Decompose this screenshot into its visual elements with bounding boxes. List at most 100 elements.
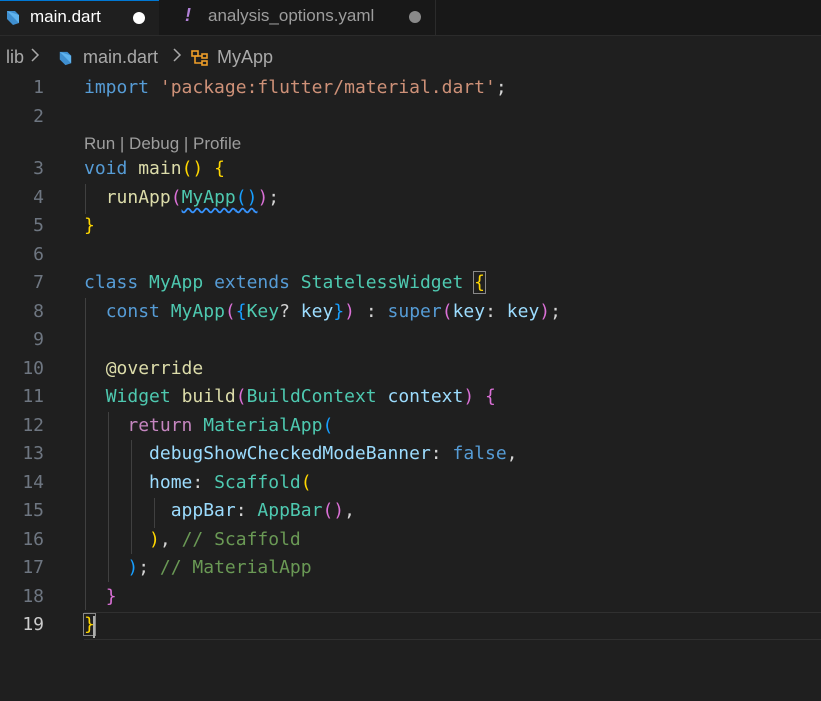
line-number: 17	[22, 557, 44, 578]
line-number: 14	[22, 472, 44, 493]
line-number: 18	[22, 586, 44, 607]
line-number: 12	[22, 415, 44, 436]
token: MyApp	[149, 272, 204, 293]
tab-label: analysis_options.yaml	[208, 6, 375, 25]
code-line-15: appBar: AppBar(),	[84, 500, 355, 521]
token: void	[84, 158, 128, 179]
codelens-run-debug-profile[interactable]: Run | Debug | Profile	[84, 134, 241, 154]
unsaved-dot-icon[interactable]	[133, 12, 145, 24]
token-with-lint-squiggle[interactable]: MyApp	[182, 187, 236, 208]
code-line-12: return MaterialApp(	[84, 415, 333, 436]
token: super	[387, 301, 442, 322]
token: key	[452, 301, 486, 322]
line-number: 10	[22, 358, 44, 379]
token: MyApp	[170, 301, 225, 322]
token: appBar	[170, 500, 236, 521]
token: :	[430, 443, 442, 464]
token: :	[365, 301, 377, 322]
token-with-lint-squiggle[interactable]: ()	[236, 187, 258, 208]
line-number-current: 19	[22, 614, 44, 635]
token: context	[387, 386, 464, 407]
line-number: 16	[22, 529, 44, 550]
token: {	[214, 158, 225, 179]
code-line-7: class MyApp extends StatelessWidget {	[84, 271, 487, 294]
token: import	[84, 77, 150, 98]
token: extends	[214, 272, 290, 293]
token: (	[170, 187, 182, 208]
closing-label-comment: // MaterialApp	[159, 557, 312, 578]
line-number: 9	[33, 329, 44, 350]
code-editor[interactable]: 1 2 3 4 5 6 7 8 9 10 11 12 13 14 15 16 1…	[0, 72, 821, 701]
token: runApp	[105, 187, 171, 208]
token: ()	[322, 500, 345, 521]
token: )	[149, 529, 160, 550]
code-line-3: void main() {	[84, 158, 225, 179]
code-line-10: @override	[84, 358, 204, 379]
chevron-right-icon	[31, 48, 40, 62]
code-line-17: ); // MaterialApp	[84, 557, 312, 578]
breadcrumb-file[interactable]: main.dart	[83, 47, 158, 68]
tab-label: main.dart	[30, 7, 101, 26]
token: )	[539, 301, 551, 322]
token: )	[127, 557, 139, 578]
line-number: 7	[33, 272, 44, 293]
token: const	[105, 301, 160, 322]
token: ;	[495, 77, 507, 98]
token: }	[333, 301, 345, 322]
token: ()	[181, 158, 204, 179]
token: (	[224, 301, 236, 322]
line-number: 13	[22, 443, 44, 464]
code-line-4: runApp(MyApp());	[84, 187, 279, 208]
line-number: 1	[33, 77, 44, 98]
line-number: 3	[33, 158, 44, 179]
token: MaterialApp	[203, 415, 323, 436]
line-number: 11	[22, 386, 44, 407]
token: class	[84, 272, 139, 293]
token: ;	[268, 187, 280, 208]
bracket-match: {	[473, 271, 487, 294]
code-line-18: }	[84, 586, 117, 607]
class-symbol-icon	[191, 50, 208, 66]
token: (	[235, 386, 247, 407]
token: BuildContext	[246, 386, 377, 407]
unsaved-dot-icon[interactable]	[409, 11, 421, 23]
line-number: 8	[33, 301, 44, 322]
token: build	[181, 386, 236, 407]
line-number: 2	[33, 106, 44, 127]
breadcrumb: lib main.dart MyApp	[0, 44, 821, 72]
current-line-highlight	[84, 612, 821, 640]
token: AppBar	[257, 500, 323, 521]
token: }	[84, 215, 95, 236]
token: (	[441, 301, 453, 322]
code-line-11: Widget build(BuildContext context) {	[84, 386, 496, 407]
token: ,	[159, 529, 171, 550]
tab-analysis-options-yaml[interactable]: ! analysis_options.yaml	[160, 0, 436, 35]
line-number: 6	[33, 244, 44, 265]
code-line-1: import 'package:flutter/material.dart';	[84, 77, 507, 98]
token: ,	[344, 500, 355, 521]
line-number: 4	[33, 187, 44, 208]
code-line-16: ), // Scaffold	[84, 529, 301, 550]
token: Widget	[105, 386, 171, 407]
code-line-14: home: Scaffold(	[84, 472, 312, 493]
code-line-13: debugShowCheckedModeBanner: false,	[84, 443, 518, 464]
token: ,	[506, 443, 518, 464]
dart-icon	[7, 11, 19, 25]
tab-main-dart[interactable]: main.dart	[0, 0, 159, 35]
token: }	[105, 586, 117, 607]
breadcrumb-symbol[interactable]: MyApp	[217, 47, 273, 68]
token: main	[138, 158, 182, 179]
token: :	[235, 500, 247, 521]
breadcrumb-folder[interactable]: lib	[6, 47, 24, 68]
token: return	[127, 415, 193, 436]
token: false	[452, 443, 507, 464]
token: :	[485, 301, 496, 322]
token: {	[235, 301, 247, 322]
code-line-5: }	[84, 215, 95, 236]
line-number: 5	[33, 215, 44, 236]
token: Key	[246, 301, 280, 322]
token: )	[463, 386, 475, 407]
token: ;	[138, 557, 150, 578]
token: :	[192, 472, 204, 493]
yaml-exclamation-icon: !	[185, 5, 191, 25]
